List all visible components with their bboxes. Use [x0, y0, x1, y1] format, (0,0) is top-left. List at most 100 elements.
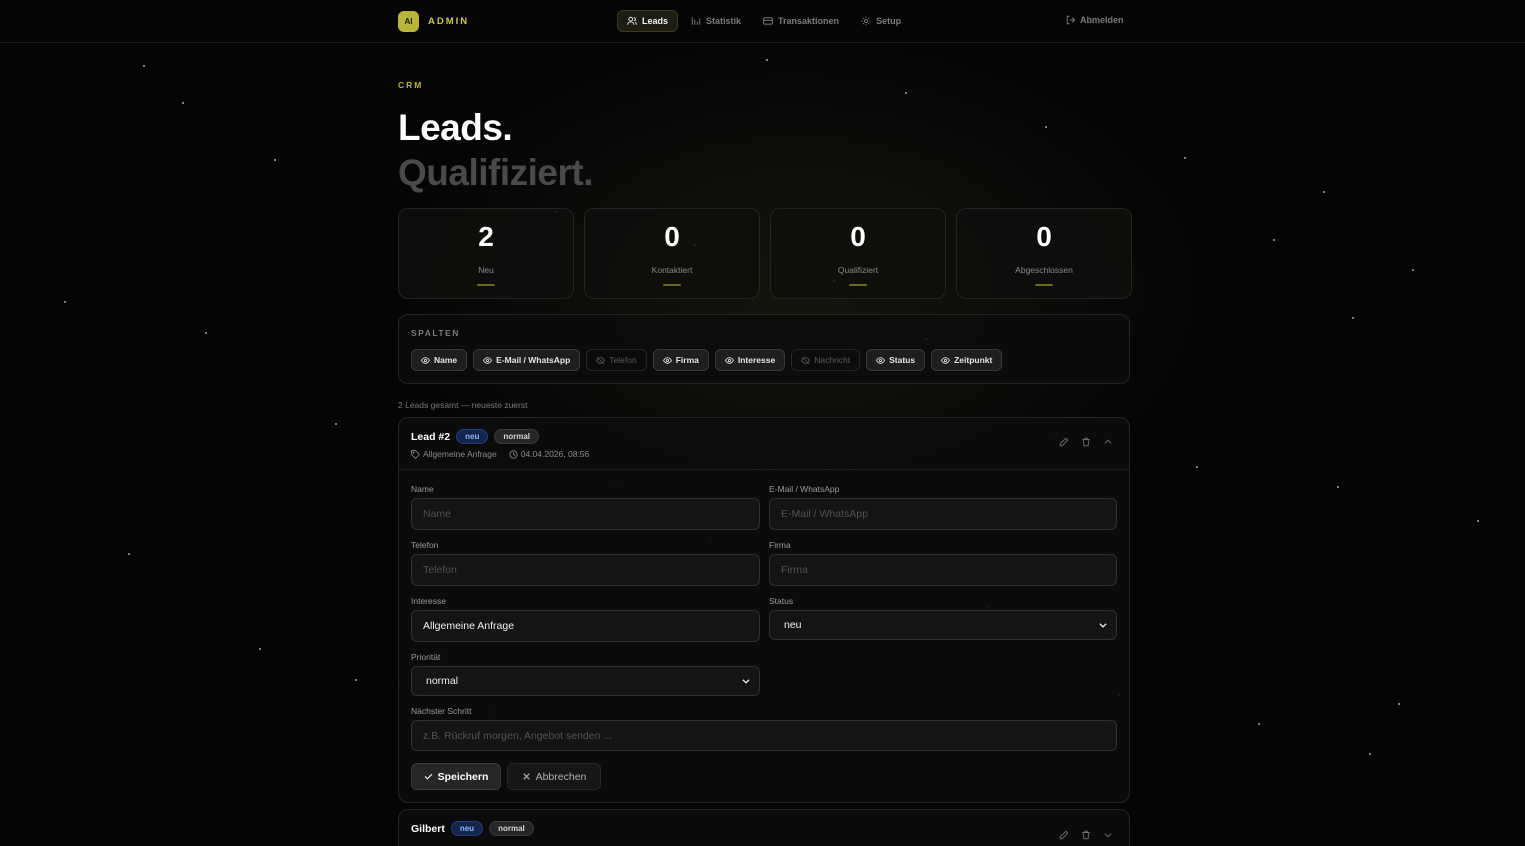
column-chip-nachricht[interactable]: Nachricht — [791, 349, 861, 371]
priority-badge: normal — [494, 429, 540, 444]
top-navigation-bar: AI ADMIN Leads Statistik Transaktionen S… — [0, 0, 1525, 43]
cancel-label: Abbrechen — [535, 770, 587, 783]
stat-underline — [1035, 284, 1053, 286]
star-dot — [905, 92, 907, 94]
star-dot — [1337, 486, 1339, 488]
column-chip-interesse[interactable]: Interesse — [714, 349, 786, 371]
column-chip-email[interactable]: E-Mail / WhatsApp — [473, 349, 581, 371]
email-input[interactable]: E-Mail / WhatsApp — [769, 498, 1117, 530]
status-label: Status — [769, 596, 794, 606]
stat-value: 0 — [664, 221, 680, 252]
logout-label: Abmelden — [1080, 15, 1124, 25]
column-chip-firma[interactable]: Firma — [652, 349, 709, 371]
tag-icon — [411, 449, 420, 459]
next-step-input[interactable]: z.B. Rückruf morgen, Angebot senden ... — [411, 720, 1117, 751]
main-nav: Leads Statistik Transaktionen Setup — [617, 10, 910, 32]
nav-item-leads[interactable]: Leads — [617, 10, 679, 32]
status-badge: neu — [456, 429, 489, 444]
phone-input[interactable]: Telefon — [411, 554, 760, 586]
eye-icon — [941, 356, 951, 364]
star-dot — [1369, 753, 1371, 755]
nav-label: Setup — [876, 16, 902, 26]
company-input[interactable]: Firma — [769, 554, 1117, 586]
stats-row: 2 Neu 0 Kontaktiert 0 Qualifiziert 0 Abg… — [398, 208, 1132, 299]
trash-icon[interactable] — [1081, 437, 1091, 447]
star-dot — [1273, 239, 1275, 241]
star-dot — [1352, 317, 1354, 319]
eye-icon — [483, 356, 493, 364]
nav-item-setup[interactable]: Setup — [852, 10, 910, 32]
eye-off-icon — [596, 356, 606, 364]
nav-label: Statistik — [706, 16, 742, 26]
star-dot — [335, 423, 337, 425]
nav-item-statistik[interactable]: Statistik — [682, 10, 750, 32]
star-dot — [1196, 466, 1198, 468]
interest-label: Interesse — [411, 596, 446, 606]
stat-card-abgeschlossen[interactable]: 0 Abgeschlossen — [956, 208, 1132, 299]
star-dot — [1412, 269, 1414, 271]
chip-label: E-Mail / WhatsApp — [496, 355, 571, 365]
brand[interactable]: AI ADMIN — [398, 11, 469, 32]
cancel-button[interactable]: Abbrechen — [507, 763, 601, 790]
status-select-value: neu — [784, 619, 802, 631]
chip-label: Zeitpunkt — [954, 355, 993, 365]
eye-icon — [876, 356, 886, 364]
lead-card-header[interactable]: Lead #2 neu normal Allgemeine Anfrage 04… — [399, 418, 1129, 470]
lead-interest: Allgemeine Anfrage — [411, 449, 497, 459]
trash-icon[interactable] — [1081, 830, 1091, 840]
star-dot — [182, 102, 184, 104]
priority-select-value: normal — [426, 675, 459, 687]
eye-icon — [662, 356, 672, 364]
pencil-icon[interactable] — [1059, 830, 1069, 840]
column-chip-telefon[interactable]: Telefon — [586, 349, 647, 371]
page-title: Leads. — [398, 107, 513, 148]
close-icon — [522, 773, 530, 780]
star-dot — [205, 332, 207, 334]
next-step-label: Nächster Schritt — [411, 706, 472, 716]
priority-select[interactable]: normal — [411, 666, 760, 696]
lead-name: Gilbert — [411, 822, 445, 835]
name-input[interactable]: Name — [411, 498, 760, 530]
chevron-up-icon[interactable] — [1103, 437, 1113, 447]
star-dot — [64, 301, 66, 303]
stat-card-neu[interactable]: 2 Neu — [398, 208, 574, 299]
lead-card: Lead #2 neu normal Allgemeine Anfrage 04… — [398, 417, 1130, 803]
star-dot — [1398, 703, 1400, 705]
leads-count: 2 Leads gesamt — neueste zuerst — [398, 400, 528, 410]
column-chip-name[interactable]: Name — [411, 349, 468, 371]
email-label: E-Mail / WhatsApp — [769, 484, 840, 494]
phone-label: Telefon — [411, 540, 439, 550]
lead-card[interactable]: Gilbert neu normal — [398, 809, 1130, 846]
stat-underline — [849, 284, 867, 286]
company-label: Firma — [769, 540, 791, 550]
star-dot — [766, 59, 768, 61]
nav-label: Leads — [642, 16, 669, 26]
column-chips: Name E-Mail / WhatsApp Telefon Firma Int… — [411, 349, 1003, 371]
page-subtitle: Qualifiziert. — [398, 152, 593, 193]
stat-label: Kontaktiert — [651, 265, 693, 275]
pencil-icon[interactable] — [1059, 437, 1069, 447]
columns-panel: SPALTEN Name E-Mail / WhatsApp Telefon F… — [398, 314, 1130, 384]
nav-label: Transaktionen — [778, 16, 840, 26]
nav-item-transaktionen[interactable]: Transaktionen — [754, 10, 848, 32]
stat-card-kontaktiert[interactable]: 0 Kontaktiert — [584, 208, 760, 299]
column-chip-status[interactable]: Status — [866, 349, 926, 371]
interest-input[interactable]: Allgemeine Anfrage — [411, 610, 760, 642]
brand-name: ADMIN — [428, 16, 470, 27]
chip-label: Interesse — [737, 355, 776, 365]
save-button[interactable]: Speichern — [411, 763, 501, 790]
column-chip-zeitpunkt[interactable]: Zeitpunkt — [931, 349, 1003, 371]
chip-label: Name — [434, 355, 458, 365]
stat-value: 0 — [1036, 221, 1052, 252]
star-dot — [1045, 126, 1047, 128]
chevron-down-icon — [742, 679, 750, 684]
lead-actions — [1059, 830, 1113, 840]
star-dot — [274, 159, 276, 161]
priority-label: Priorität — [411, 652, 441, 662]
logout-button[interactable]: Abmelden — [1066, 15, 1124, 25]
chip-label: Status — [889, 355, 916, 365]
stat-card-qualifiziert[interactable]: 0 Qualifiziert — [770, 208, 946, 299]
chevron-down-icon[interactable] — [1103, 830, 1113, 840]
status-select[interactable]: neu — [769, 610, 1117, 640]
chevron-down-icon — [1099, 623, 1107, 628]
